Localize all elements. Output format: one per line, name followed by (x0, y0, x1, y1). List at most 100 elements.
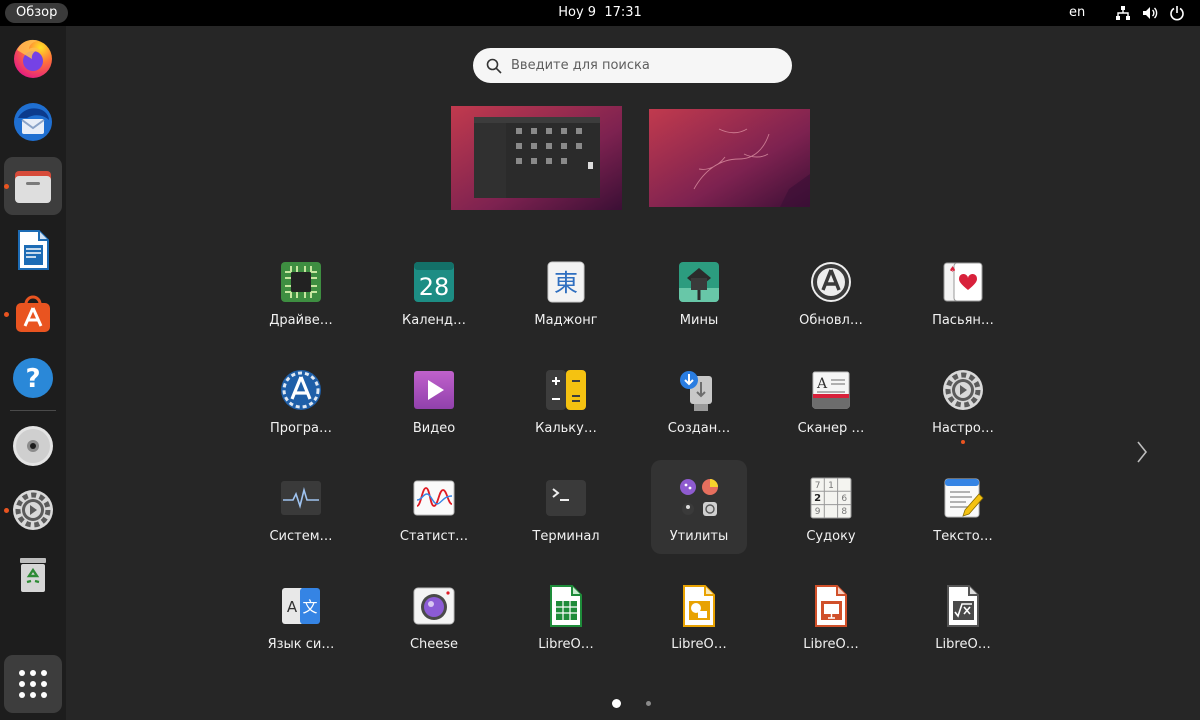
app-label: Календ… (402, 313, 466, 328)
app-software-properties[interactable]: Програ… (253, 352, 349, 446)
workspace-preview (451, 106, 622, 210)
volume-icon[interactable] (1142, 5, 1158, 21)
help-icon: ? (13, 358, 53, 398)
clock-time: 17:31 (604, 5, 642, 20)
chip-icon (281, 262, 321, 302)
svg-text:文: 文 (302, 598, 317, 616)
workspace-thumbnail-1[interactable] (451, 106, 622, 210)
running-indicator (4, 312, 9, 317)
activities-button[interactable]: Обзор (5, 3, 69, 23)
page-indicator-1[interactable] (612, 699, 621, 708)
dock-files[interactable] (4, 157, 62, 215)
mahjong-glyph: 東 (554, 269, 578, 297)
app-label: Кальку… (535, 421, 597, 436)
writer-icon (18, 230, 49, 270)
network-icon[interactable] (1115, 5, 1131, 21)
thunderbird-icon (14, 103, 52, 141)
app-mahjong[interactable]: 東 Маджонг (518, 244, 614, 338)
app-cheese[interactable]: Cheese (386, 568, 482, 662)
app-solitaire[interactable]: ♠ Пасьян… (915, 244, 1011, 338)
app-language-support[interactable]: A 文 Язык си… (253, 568, 349, 662)
app-usb-creator[interactable]: Создан… (651, 352, 747, 446)
software-properties-icon (281, 370, 321, 410)
app-system-monitor[interactable]: Систем… (253, 460, 349, 554)
app-label: Статист… (399, 529, 469, 544)
text-editor-icon (944, 478, 984, 518)
app-label: Систем… (269, 529, 333, 544)
app-label: LibreO… (671, 637, 727, 652)
app-label: Создан… (667, 421, 731, 436)
running-indicator (4, 184, 9, 189)
dock-dvd-drive[interactable] (4, 417, 62, 475)
workspace-thumbnail-2[interactable] (649, 109, 810, 207)
app-video[interactable]: Видео (386, 352, 482, 446)
chevron-right-icon[interactable] (1134, 438, 1150, 466)
app-sudoku[interactable]: 7 1 2 6 9 8 Судоку (783, 460, 879, 554)
mines-icon (679, 262, 719, 302)
libreoffice-math-icon (947, 585, 979, 627)
app-power-statistics[interactable]: Статист… (386, 460, 482, 554)
app-label: LibreO… (538, 637, 594, 652)
solitaire-icon: ♠ (943, 262, 983, 302)
svg-text:A: A (287, 598, 298, 616)
app-grid-icon (19, 670, 47, 698)
software-updater-icon (811, 262, 851, 302)
app-calendar[interactable]: 28 Календ… (386, 244, 482, 338)
app-folder-utilities[interactable]: Утилиты (651, 460, 747, 554)
terminal-icon (546, 480, 586, 516)
app-terminal[interactable]: Терминал (518, 460, 614, 554)
power-statistics-icon (413, 480, 455, 516)
svg-text:8: 8 (841, 507, 847, 517)
app-libreoffice-math[interactable]: LibreO… (915, 568, 1011, 662)
app-label: LibreO… (935, 637, 991, 652)
trash-icon (20, 558, 46, 592)
app-label: Мины (679, 313, 719, 328)
dock-settings[interactable] (4, 481, 62, 539)
settings-icon (13, 490, 53, 530)
page-indicator-2[interactable] (646, 701, 651, 706)
system-monitor-icon (281, 481, 321, 515)
app-label: LibreO… (803, 637, 859, 652)
usb-creator-icon (680, 371, 712, 411)
app-label: Терминал (532, 529, 600, 544)
app-settings[interactable]: Настро… (915, 352, 1011, 446)
app-libreoffice-impress[interactable]: LibreO… (783, 568, 879, 662)
dock-separator (10, 410, 56, 411)
date-time-button[interactable]: Ноу 9 17:31 (558, 5, 642, 20)
app-label: Cheese (409, 637, 459, 652)
libreoffice-calc-icon (550, 585, 582, 627)
dock: ? (0, 26, 66, 720)
keyboard-layout-indicator[interactable]: en (1069, 0, 1085, 26)
app-software-updater[interactable]: Обновл… (783, 244, 879, 338)
app-libreoffice-draw[interactable]: LibreO… (651, 568, 747, 662)
dock-help[interactable]: ? (4, 349, 62, 407)
app-label: Програ… (269, 421, 333, 436)
software-icon (16, 295, 50, 332)
svg-text:7: 7 (815, 481, 821, 491)
svg-text:6: 6 (841, 494, 847, 504)
app-libreoffice-calc[interactable]: LibreO… (518, 568, 614, 662)
show-applications-button[interactable] (4, 655, 62, 713)
power-icon[interactable] (1169, 5, 1185, 21)
app-mines[interactable]: Мины (651, 244, 747, 338)
app-label: Драйве… (269, 313, 333, 328)
app-scanner[interactable]: A Сканер … (783, 352, 879, 446)
search-box[interactable] (473, 48, 792, 83)
dock-trash[interactable] (4, 545, 62, 603)
clock: Ноу 9 17:31 (0, 0, 1200, 26)
search-input[interactable] (511, 48, 781, 83)
dock-firefox[interactable] (4, 29, 62, 87)
dvd-icon (13, 426, 53, 466)
dock-libreoffice-writer[interactable] (4, 221, 62, 279)
search-icon (486, 58, 502, 74)
app-text-editor[interactable]: Тексто… (915, 460, 1011, 554)
app-label: Настро… (932, 421, 994, 436)
dock-ubuntu-software[interactable] (4, 285, 62, 343)
video-icon (414, 371, 454, 409)
libreoffice-impress-icon (815, 585, 847, 627)
svg-text:1: 1 (828, 481, 834, 491)
calendar-day: 28 (419, 273, 450, 301)
dock-thunderbird[interactable] (4, 93, 62, 151)
app-drivers[interactable]: Драйве… (253, 244, 349, 338)
app-calculator[interactable]: Кальку… (518, 352, 614, 446)
